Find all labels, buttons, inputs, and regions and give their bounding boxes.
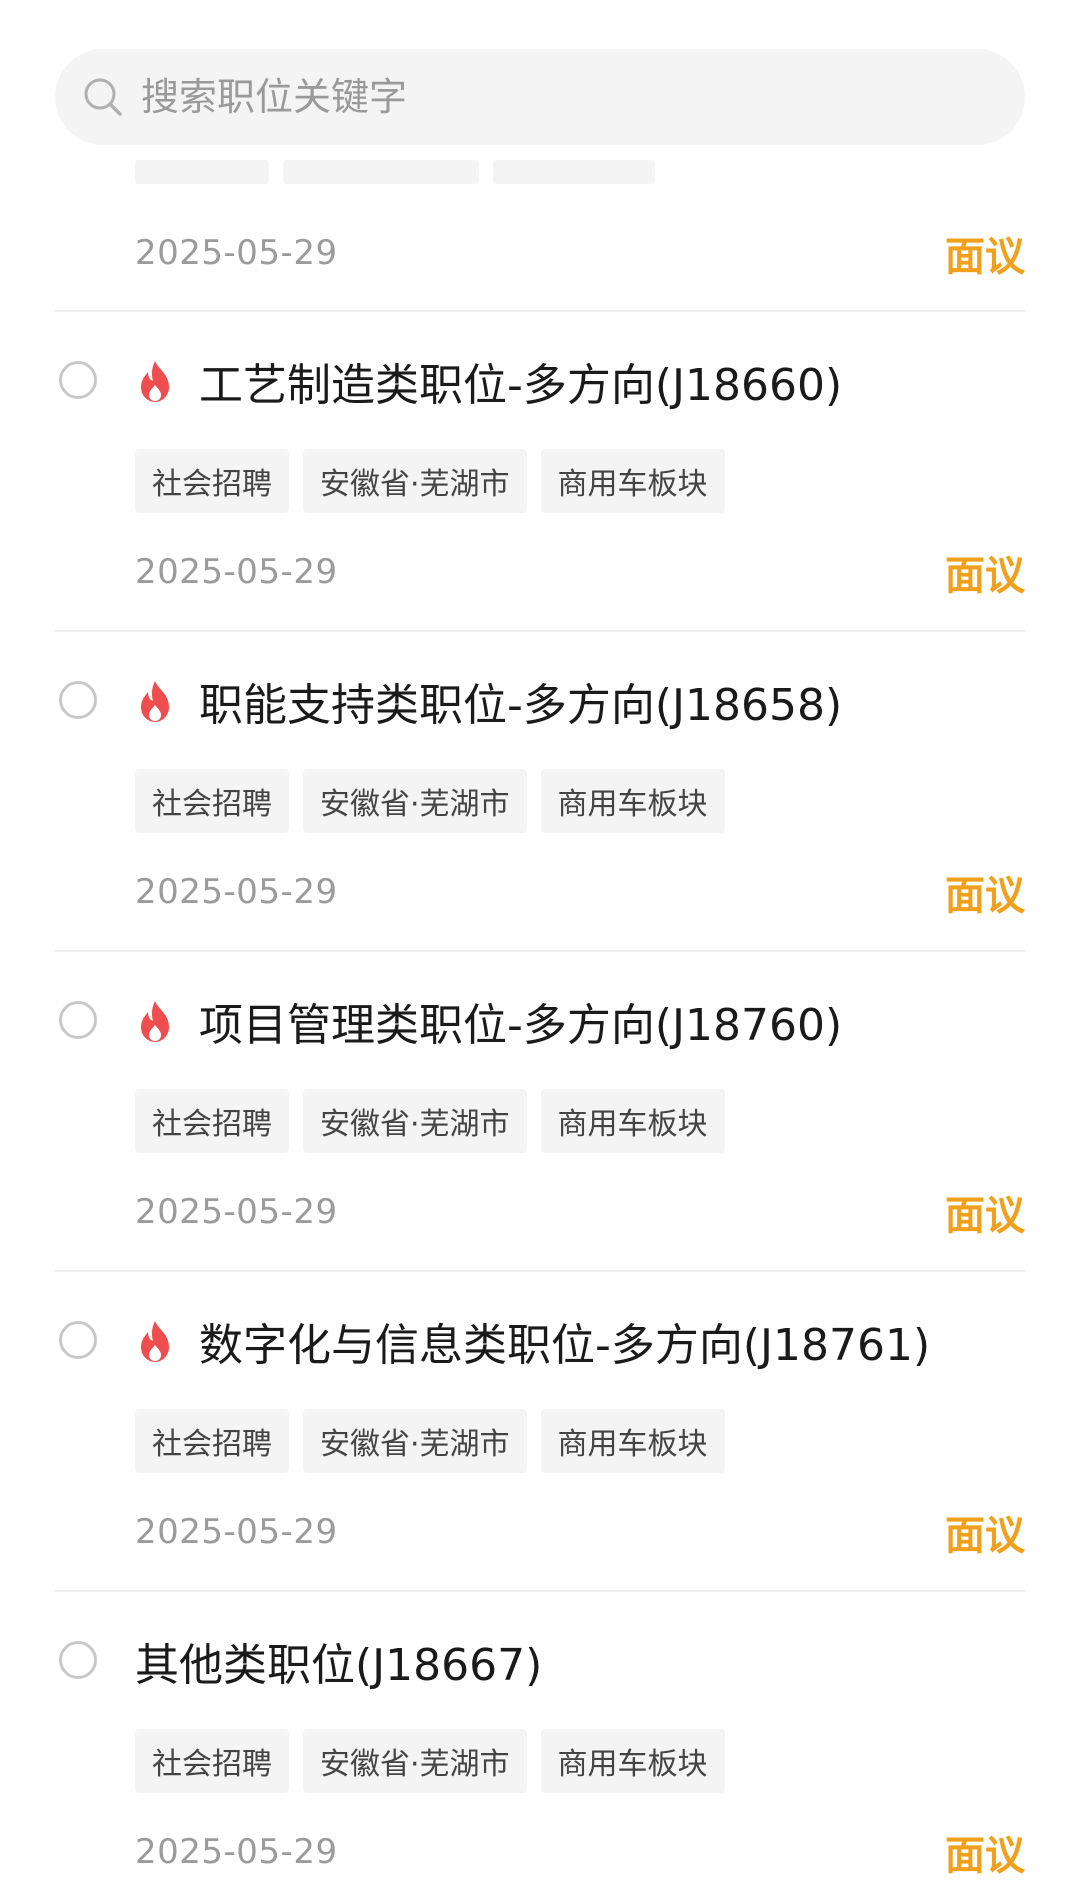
tag-recruit-type: 社会招聘 bbox=[135, 449, 289, 513]
job-meta: 2025-05-29 面议 bbox=[135, 1827, 1025, 1879]
tag-division: 商用车板块 bbox=[540, 1409, 725, 1473]
select-radio[interactable] bbox=[59, 1001, 97, 1039]
job-meta: 2025-05-29 面议 bbox=[135, 547, 1025, 599]
job-title: 工艺制造类职位-多方向(J18660) bbox=[199, 360, 843, 411]
job-item[interactable]: 其他类职位(J18667) 社会招聘 安徽省·芜湖市 商用车板块 bbox=[55, 1621, 1025, 1821]
divider bbox=[55, 310, 1025, 312]
tag-division: 商用车板块 bbox=[540, 769, 725, 833]
job-title: 项目管理类职位-多方向(J18760) bbox=[199, 1000, 843, 1051]
tag-recruit-type: 社会招聘 bbox=[135, 1409, 289, 1473]
job-item[interactable]: 项目管理类职位-多方向(J18760) 社会招聘 安徽省·芜湖市 商用车板块 bbox=[55, 981, 1025, 1181]
hot-fire-icon bbox=[141, 1321, 169, 1362]
tag-division: 商用车板块 bbox=[540, 1729, 725, 1793]
divider bbox=[55, 630, 1025, 632]
hot-fire-icon bbox=[141, 681, 169, 722]
partial-tag bbox=[135, 160, 269, 184]
search-bar[interactable] bbox=[55, 49, 1025, 145]
search-input[interactable] bbox=[141, 67, 961, 127]
job-tags: 社会招聘 安徽省·芜湖市 商用车板块 bbox=[135, 1089, 725, 1153]
tag-division: 商用车板块 bbox=[540, 449, 725, 513]
salary: 面议 bbox=[945, 234, 1025, 280]
divider bbox=[55, 950, 1025, 952]
salary: 面议 bbox=[945, 1193, 1025, 1239]
job-tags: 社会招聘 安徽省·芜湖市 商用车板块 bbox=[135, 449, 725, 513]
tag-location: 安徽省·芜湖市 bbox=[303, 1729, 527, 1793]
post-date: 2025-05-29 bbox=[135, 552, 338, 592]
job-item[interactable]: 职能支持类职位-多方向(J18658) 社会招聘 安徽省·芜湖市 商用车板块 bbox=[55, 661, 1025, 861]
select-radio[interactable] bbox=[59, 681, 97, 719]
job-meta: 2025-05-29 面议 bbox=[135, 1507, 1025, 1559]
partial-tag bbox=[493, 160, 655, 184]
partial-item-tags bbox=[135, 160, 655, 184]
select-radio[interactable] bbox=[59, 361, 97, 399]
post-date: 2025-05-29 bbox=[135, 1512, 338, 1552]
search-icon bbox=[84, 78, 122, 116]
post-date: 2025-05-29 bbox=[135, 1192, 338, 1232]
job-title-row: 项目管理类职位-多方向(J18760) bbox=[135, 981, 842, 1061]
select-radio[interactable] bbox=[59, 1321, 97, 1359]
job-tags: 社会招聘 安徽省·芜湖市 商用车板块 bbox=[135, 1409, 725, 1473]
select-radio[interactable] bbox=[59, 1641, 97, 1679]
divider bbox=[55, 1270, 1025, 1272]
job-title: 职能支持类职位-多方向(J18658) bbox=[199, 680, 843, 731]
job-title: 其他类职位(J18667) bbox=[135, 1640, 543, 1691]
salary: 面议 bbox=[945, 1513, 1025, 1559]
tag-location: 安徽省·芜湖市 bbox=[303, 1089, 527, 1153]
tag-recruit-type: 社会招聘 bbox=[135, 1089, 289, 1153]
job-title-row: 其他类职位(J18667) bbox=[135, 1621, 542, 1701]
hot-fire-icon bbox=[141, 361, 169, 402]
job-title-row: 职能支持类职位-多方向(J18658) bbox=[135, 661, 842, 741]
post-date: 2025-05-29 bbox=[135, 233, 338, 273]
salary: 面议 bbox=[945, 873, 1025, 919]
partial-item-meta: 2025-05-29 面议 bbox=[135, 228, 1025, 280]
job-tags: 社会招聘 安徽省·芜湖市 商用车板块 bbox=[135, 1729, 725, 1793]
partial-tag bbox=[283, 160, 479, 184]
divider bbox=[55, 1590, 1025, 1592]
post-date: 2025-05-29 bbox=[135, 1832, 338, 1872]
tag-recruit-type: 社会招聘 bbox=[135, 769, 289, 833]
job-item[interactable]: 数字化与信息类职位-多方向(J18761) 社会招聘 安徽省·芜湖市 商用车板块 bbox=[55, 1301, 1025, 1501]
job-tags: 社会招聘 安徽省·芜湖市 商用车板块 bbox=[135, 769, 725, 833]
job-meta: 2025-05-29 面议 bbox=[135, 1187, 1025, 1239]
tag-location: 安徽省·芜湖市 bbox=[303, 449, 527, 513]
hot-fire-icon bbox=[141, 1001, 169, 1042]
tag-division: 商用车板块 bbox=[540, 1089, 725, 1153]
salary: 面议 bbox=[945, 1833, 1025, 1879]
tag-location: 安徽省·芜湖市 bbox=[303, 1409, 527, 1473]
salary: 面议 bbox=[945, 553, 1025, 599]
job-title-row: 数字化与信息类职位-多方向(J18761) bbox=[135, 1301, 930, 1381]
job-meta: 2025-05-29 面议 bbox=[135, 867, 1025, 919]
tag-location: 安徽省·芜湖市 bbox=[303, 769, 527, 833]
job-title-row: 工艺制造类职位-多方向(J18660) bbox=[135, 341, 842, 421]
job-title: 数字化与信息类职位-多方向(J18761) bbox=[199, 1320, 931, 1371]
job-item[interactable]: 工艺制造类职位-多方向(J18660) 社会招聘 安徽省·芜湖市 商用车板块 bbox=[55, 341, 1025, 541]
post-date: 2025-05-29 bbox=[135, 872, 338, 912]
tag-recruit-type: 社会招聘 bbox=[135, 1729, 289, 1793]
